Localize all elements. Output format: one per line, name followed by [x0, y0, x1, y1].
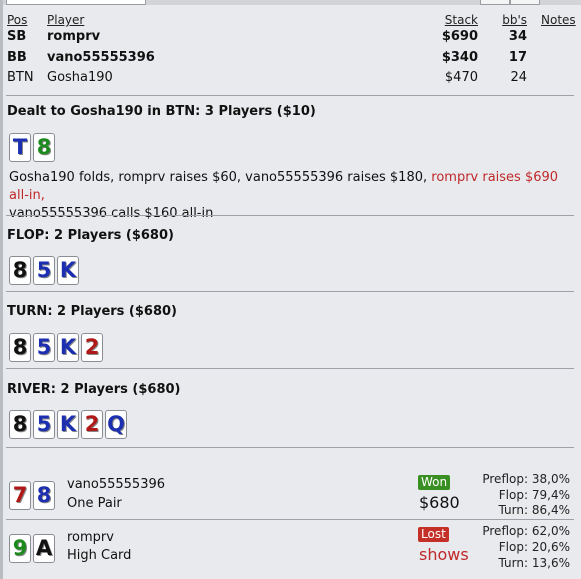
playing-card: 2	[81, 333, 103, 362]
seat-player[interactable]: romprv	[47, 29, 100, 45]
equity-label: Preflop:	[482, 472, 528, 486]
toolbar-button[interactable]	[510, 0, 540, 5]
header-player[interactable]: Player	[47, 12, 84, 28]
divider	[6, 447, 574, 448]
seat-bbs: 24	[510, 70, 527, 85]
flop-cards: 85K	[9, 256, 81, 285]
playing-card: 8	[9, 410, 31, 439]
playing-card: K	[57, 256, 79, 285]
playing-card: 5	[33, 256, 55, 285]
top-toolbar	[0, 0, 581, 5]
showdown-player[interactable]: vano55555396	[67, 477, 165, 493]
showdown-player[interactable]: romprv	[67, 530, 114, 546]
search-field[interactable]	[6, 0, 146, 5]
divider	[6, 368, 574, 369]
divider	[6, 215, 574, 216]
equity-label: Flop:	[498, 540, 528, 554]
turn-title: TURN: 2 Players ($680)	[7, 304, 177, 319]
header-bbs[interactable]: bb's	[490, 12, 527, 28]
equity-label: Preflop:	[482, 524, 528, 538]
seat-pos: BB	[7, 50, 27, 65]
equity-label: Turn:	[498, 503, 528, 517]
showdown-cards: 9A	[9, 534, 57, 563]
shows-label: shows	[419, 545, 469, 564]
seat-pos: BTN	[7, 70, 34, 85]
turn-cards: 85K2	[9, 333, 105, 362]
hero-cards: T8	[9, 133, 57, 162]
seat-stack: $690	[441, 29, 478, 44]
equity-value: 79,4%	[531, 488, 570, 502]
seat-bbs: 34	[508, 29, 527, 44]
flop-title: FLOP: 2 Players ($680)	[7, 228, 174, 243]
lost-badge: Lost	[418, 527, 449, 542]
playing-card: 5	[33, 333, 55, 362]
river-cards: 85K2Q	[9, 410, 129, 439]
seat-player[interactable]: Gosha190	[47, 70, 113, 86]
river-title: RIVER: 2 Players ($680)	[7, 382, 181, 397]
seat-player[interactable]: vano55555396	[47, 50, 155, 66]
seat-bbs: 17	[508, 50, 527, 65]
playing-card: 8	[33, 481, 55, 510]
playing-card: T	[9, 133, 31, 162]
playing-card: K	[57, 410, 79, 439]
equity-value: 62,0%	[531, 524, 570, 538]
playing-card: 8	[9, 333, 31, 362]
playing-card: Q	[105, 410, 127, 439]
won-badge: Won	[418, 475, 451, 490]
divider	[6, 291, 574, 292]
left-edge	[0, 0, 3, 579]
header-notes[interactable]: Notes	[541, 12, 576, 28]
equity-label: Flop:	[498, 488, 528, 502]
seat-stack: $470	[444, 70, 478, 85]
showdown-cards: 78	[9, 481, 57, 510]
toolbar-button[interactable]	[480, 0, 510, 5]
playing-card: 8	[33, 133, 55, 162]
equity-value: 86,4%	[531, 503, 570, 517]
equity-value: 38,0%	[531, 472, 570, 486]
equity-value: 13,6%	[531, 556, 570, 570]
playing-card: K	[57, 333, 79, 362]
playing-card: A	[33, 534, 55, 563]
action-text: Gosha190 folds, romprv raises $60, vano5…	[9, 170, 432, 185]
seat-pos: SB	[7, 29, 27, 44]
seat-stack: $340	[441, 50, 478, 65]
header-pos[interactable]: Pos	[7, 12, 27, 28]
action-text: vano55555396 calls $160 all-in	[9, 206, 214, 221]
preflop-title: Dealt to Gosha190 in BTN: 3 Players ($10…	[7, 104, 316, 119]
playing-card: 8	[9, 256, 31, 285]
playing-card: 9	[9, 534, 31, 563]
won-amount: $680	[419, 493, 460, 512]
showdown-hand: High Card	[67, 548, 132, 563]
playing-card: 2	[81, 410, 103, 439]
divider	[6, 95, 574, 96]
divider	[6, 519, 574, 520]
equity-value: 20,6%	[531, 540, 570, 554]
equity-label: Turn:	[498, 556, 528, 570]
showdown-hand: One Pair	[67, 496, 122, 511]
playing-card: 7	[9, 481, 31, 510]
header-stack[interactable]: Stack	[420, 12, 478, 28]
playing-card: 5	[33, 410, 55, 439]
